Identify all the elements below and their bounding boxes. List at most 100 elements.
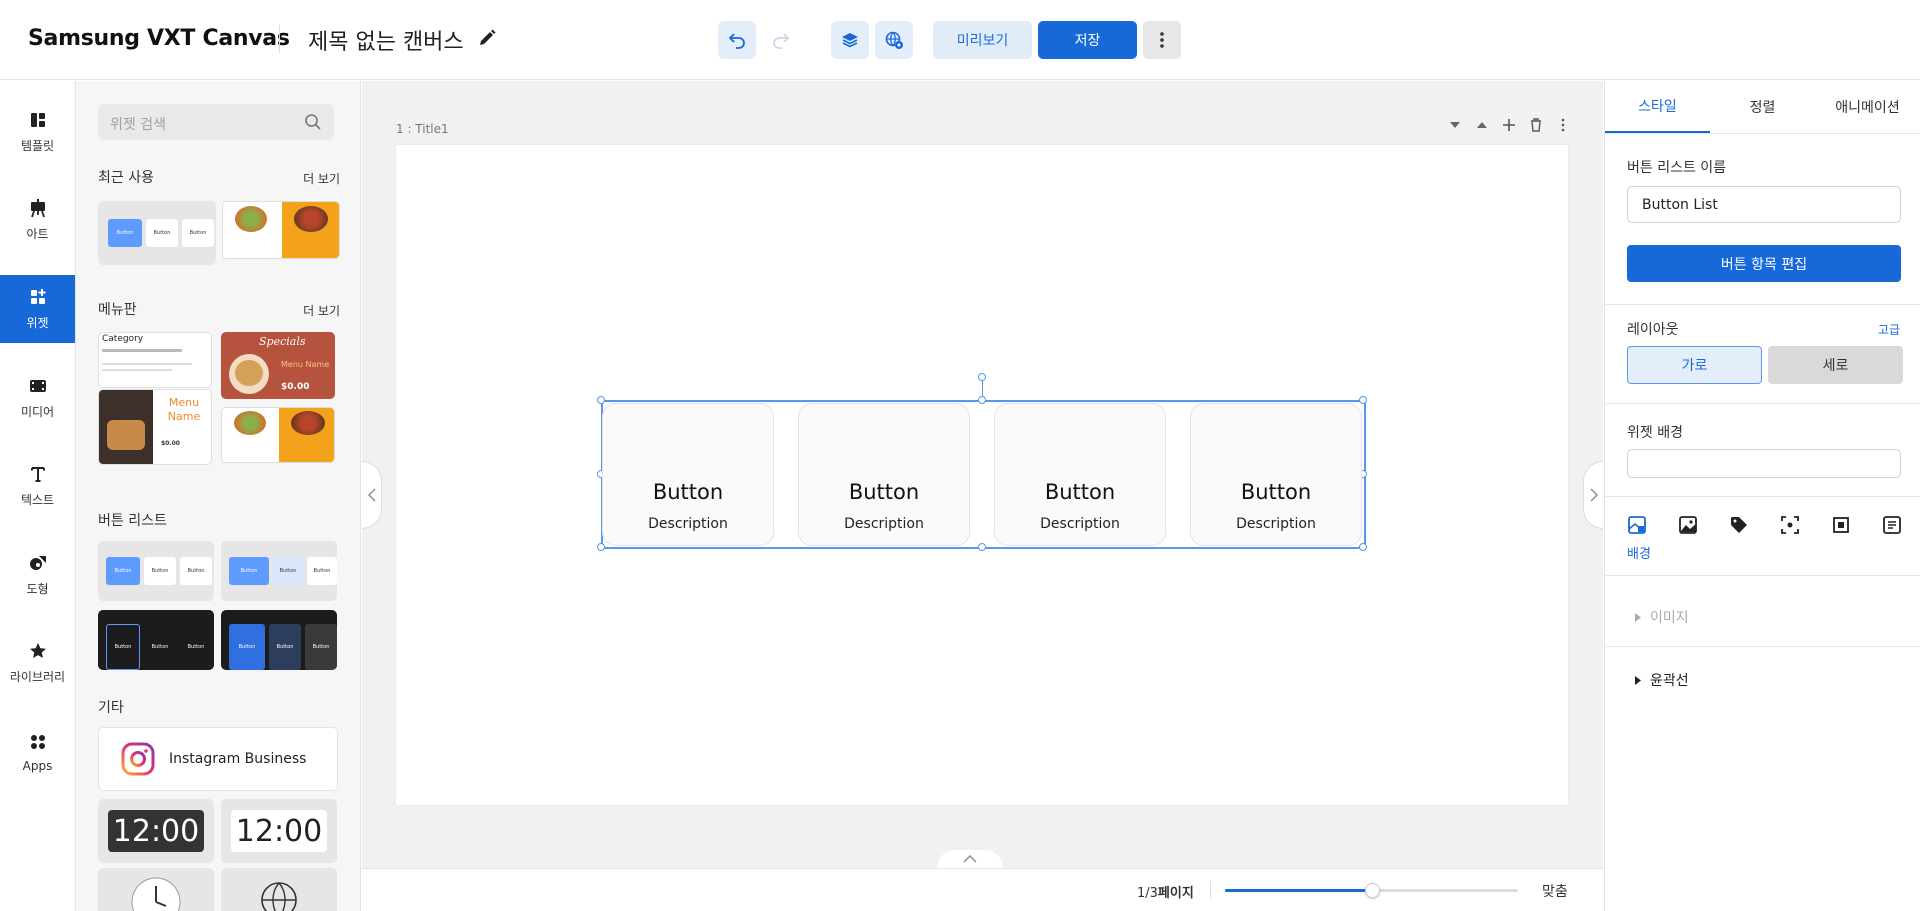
digital-clock-light-thumb[interactable]: 12:00 xyxy=(221,799,337,863)
zoom-slider-handle[interactable] xyxy=(1365,883,1380,898)
button-description: Description xyxy=(844,516,924,532)
star-icon xyxy=(29,643,46,658)
canvas-button-item[interactable]: Button Description xyxy=(602,403,774,546)
nav-apps[interactable]: Apps xyxy=(0,718,75,786)
menu-more-link[interactable]: 더 보기 xyxy=(303,302,340,319)
add-page-icon[interactable] xyxy=(1501,117,1517,133)
recent-more-link[interactable]: 더 보기 xyxy=(303,170,340,187)
pencil-icon[interactable] xyxy=(477,28,497,48)
widget-background-input[interactable] xyxy=(1627,449,1901,478)
layout-vertical-option[interactable]: 세로 xyxy=(1768,346,1903,384)
collapse-left-panel-button[interactable] xyxy=(362,461,382,529)
divider xyxy=(1605,403,1920,404)
menu-specials-thumb[interactable]: Specials Menu Name $0.00 xyxy=(221,332,335,399)
move-up-icon[interactable] xyxy=(1474,117,1490,133)
redo-button[interactable] xyxy=(762,21,800,59)
outline-section-toggle[interactable]: 윤곽선 xyxy=(1635,670,1689,690)
clock-text: 12:00 xyxy=(231,810,327,852)
language-button[interactable] xyxy=(875,21,913,59)
thumb-text: Menu Name xyxy=(167,396,201,423)
fit-button[interactable]: 맞춤 xyxy=(1542,881,1568,901)
buttonlist-thumb-dark-1[interactable]: Button Button Button xyxy=(98,610,214,670)
recent-menu-thumb[interactable] xyxy=(222,201,340,259)
padding-icon[interactable] xyxy=(1831,515,1851,535)
widget-background-label: 위젯 배경 xyxy=(1627,425,1683,441)
divider xyxy=(1605,133,1920,134)
divider xyxy=(1605,575,1920,576)
nav-text[interactable]: 텍스트 xyxy=(0,452,75,520)
widget-icon xyxy=(30,289,45,304)
document-title[interactable]: 제목 없는 캔버스 xyxy=(308,24,464,56)
image-icon[interactable] xyxy=(1678,515,1698,535)
search-placeholder: 위젯 검색 xyxy=(110,117,166,133)
nav-shapes[interactable]: 도형 xyxy=(0,541,75,609)
button-title: Button xyxy=(848,480,920,504)
analog-clock-thumb[interactable] xyxy=(98,868,214,911)
resize-handle[interactable] xyxy=(1359,543,1367,551)
list-icon[interactable] xyxy=(1882,515,1902,535)
advanced-link[interactable]: 고급 xyxy=(1878,321,1900,338)
save-button[interactable]: 저장 xyxy=(1038,21,1137,59)
layers-button[interactable] xyxy=(831,21,869,59)
background-icon[interactable] xyxy=(1627,515,1647,535)
nav-widgets[interactable]: 위젯 xyxy=(0,275,75,343)
canvas-button-item[interactable]: Button Description xyxy=(798,403,970,546)
search-icon[interactable] xyxy=(304,113,322,131)
nav-media[interactable]: 미디어 xyxy=(0,364,75,432)
buttonlist-thumb-light-2[interactable]: Button Button Button xyxy=(221,541,337,601)
tab-align[interactable]: 정렬 xyxy=(1710,81,1815,133)
resize-handle[interactable] xyxy=(597,543,605,551)
nav-art[interactable]: 아트 xyxy=(0,186,75,254)
menu-pancake-thumb[interactable]: Menu Name $0.00 xyxy=(98,389,212,465)
nav-label: Apps xyxy=(22,758,53,773)
page-indicator[interactable]: 1/3페이지 xyxy=(1137,882,1194,901)
more-menu-button[interactable] xyxy=(1143,21,1181,59)
food-image-orange xyxy=(282,202,339,258)
preview-button[interactable]: 미리보기 xyxy=(933,21,1032,59)
resize-handle[interactable] xyxy=(978,396,986,404)
instagram-widget-thumb[interactable]: Instagram Business xyxy=(98,727,338,791)
more-vertical-icon[interactable] xyxy=(1555,117,1571,133)
film-icon xyxy=(29,380,46,392)
menu-food-thumb[interactable] xyxy=(221,407,335,463)
tab-style[interactable]: 스타일 xyxy=(1605,81,1710,133)
thumb-text: Category xyxy=(102,334,144,344)
button-description: Description xyxy=(1236,516,1316,532)
nav-library[interactable]: 라이브러리 xyxy=(0,629,75,697)
image-section-toggle[interactable]: 이미지 xyxy=(1635,607,1689,627)
buttonlist-thumb-dark-2[interactable]: Button Button Button xyxy=(221,610,337,670)
instagram-icon xyxy=(121,742,155,776)
bottom-bar: 1/3페이지 맞춤 xyxy=(362,868,1603,911)
nav-templates[interactable]: 템플릿 xyxy=(0,98,75,166)
template-icon xyxy=(30,113,45,127)
layers-icon xyxy=(842,33,858,48)
world-clock-thumb[interactable] xyxy=(221,868,337,911)
caret-right-icon xyxy=(1635,675,1641,685)
delete-icon[interactable] xyxy=(1528,117,1544,133)
chevron-up-icon xyxy=(963,855,977,863)
tab-animation[interactable]: 애니메이션 xyxy=(1815,81,1920,133)
focus-icon[interactable] xyxy=(1780,515,1800,535)
digital-clock-dark-thumb[interactable]: 12:00 xyxy=(98,799,214,863)
buttonlist-thumb-light-1[interactable]: Button Button Button xyxy=(98,541,214,601)
resize-handle[interactable] xyxy=(978,543,986,551)
page-label[interactable]: 1 : Title1 xyxy=(396,122,449,136)
widget-search-input[interactable]: 위젯 검색 xyxy=(98,104,334,140)
resize-handle[interactable] xyxy=(597,396,605,404)
edit-button-items-button[interactable]: 버튼 항목 편집 xyxy=(1627,245,1901,282)
canvas-button-item[interactable]: Button Description xyxy=(1190,403,1362,546)
canvas-button-item[interactable]: Button Description xyxy=(994,403,1166,546)
undo-button[interactable] xyxy=(718,21,756,59)
collapse-right-panel-button[interactable] xyxy=(1583,461,1603,529)
resize-handle[interactable] xyxy=(1359,396,1367,404)
button-list-name-input[interactable]: Button List xyxy=(1627,186,1901,223)
expand-pages-button[interactable] xyxy=(937,850,1003,868)
move-down-icon[interactable] xyxy=(1447,117,1463,133)
recent-buttonlist-thumb[interactable]: Button Button Button xyxy=(98,201,216,265)
caret-right-icon xyxy=(1635,612,1641,622)
layout-horizontal-option[interactable]: 가로 xyxy=(1627,346,1762,384)
menu-category-thumb[interactable]: Category xyxy=(98,332,212,388)
tag-icon[interactable] xyxy=(1729,515,1749,535)
rotation-handle[interactable] xyxy=(978,373,986,381)
zoom-slider[interactable] xyxy=(1225,883,1518,898)
